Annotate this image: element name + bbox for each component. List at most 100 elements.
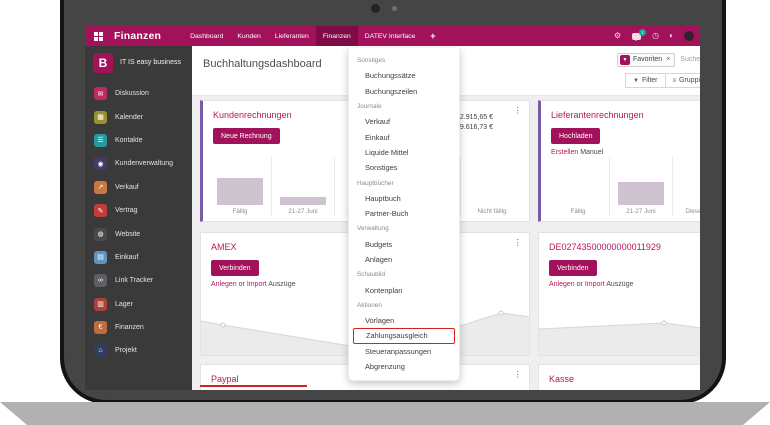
sidebar-item-kalender[interactable]: ▦ Kalender — [85, 105, 192, 128]
filter-toolbar: ▼ Filter ≡ Gruppieren nach ★ — [625, 73, 700, 88]
user-avatar[interactable] — [684, 31, 694, 41]
sidebar-item-finanzen[interactable]: € Finanzen — [85, 316, 192, 339]
sidebar-item-vertrag[interactable]: ✎ Vertrag — [85, 199, 192, 222]
menu-item-sonstiges[interactable]: Sonstiges — [349, 160, 459, 175]
neue-rechnung-button[interactable]: Neue Rechnung — [213, 128, 280, 144]
sidebar-item-einkauf[interactable]: ▤ Einkauf — [85, 246, 192, 269]
group-by-button[interactable]: ≡ Gruppieren nach — [666, 73, 700, 88]
building-icon: ⌂ — [94, 344, 107, 357]
card-bank-account[interactable]: DE02743500000000011929 Verbinden Anlegen… — [538, 232, 700, 356]
menu-item-abgrenzung[interactable]: Abgrenzung — [349, 359, 459, 374]
menu-header-journale: Journale — [349, 99, 459, 114]
sidebar-item-kontakte[interactable]: ☰ Kontakte — [85, 129, 192, 152]
messages-badge: 1 — [639, 29, 646, 36]
card-title[interactable]: AMEX — [211, 242, 237, 252]
amount-open[interactable]: 9.616,73 € — [456, 123, 493, 133]
menu-item-einkauf[interactable]: Einkauf — [349, 129, 459, 144]
nav-add-button[interactable]: + — [422, 26, 443, 46]
card-kasse[interactable]: Kasse — [538, 364, 700, 390]
bank-line-chart — [539, 303, 700, 355]
erstellen-manuel-link[interactable]: Erstellen Manuel — [551, 149, 603, 156]
truck-icon: ▥ — [94, 298, 107, 311]
page-title: Buchhaltungsdashboard — [203, 58, 322, 70]
hochladen-button[interactable]: Hochladen — [551, 128, 600, 144]
laptop-led — [392, 6, 397, 11]
company-logo[interactable]: B IT IS easy business — [85, 46, 192, 82]
menu-item-zahlungsausgleich[interactable]: Zahlungsausgleich — [353, 328, 455, 343]
sidebar-item-projekt[interactable]: ⌂ Projekt — [85, 339, 192, 362]
globe-icon: ◍ — [94, 228, 107, 241]
facet-remove-icon[interactable]: × — [666, 56, 670, 63]
verbinden-button[interactable]: Verbinden — [211, 260, 259, 276]
menu-item-partner-buch[interactable]: Partner-Buch — [349, 206, 459, 221]
sidebar-item-verkauf[interactable]: ↗ Verkauf — [85, 176, 192, 199]
sidebar-item-lager[interactable]: ▥ Lager — [85, 293, 192, 316]
crm-icon: ◉ — [94, 157, 107, 170]
menu-item-liquide-mittel[interactable]: Liquide Mittel — [349, 145, 459, 160]
nav-item-dashboard[interactable]: Dashboard — [183, 26, 230, 46]
menu-header-aktionen: Aktionen — [349, 298, 459, 313]
contract-icon: ✎ — [94, 204, 107, 217]
kebab-menu-icon[interactable]: ⋮ — [514, 238, 523, 247]
bar-column[interactable]: Diese Woche — [672, 157, 700, 217]
finanzen-dropdown-menu: Sonstiges Buchungssätze Buchungszeilen J… — [348, 48, 460, 381]
annotation-underline — [200, 385, 307, 387]
card-title[interactable]: Paypal — [211, 374, 239, 384]
app-sidebar: B IT IS easy business ✉ Diskussion ▦ Kal… — [85, 46, 192, 390]
card-title[interactable]: Kasse — [549, 374, 574, 384]
sidebar-item-kundenverwaltung[interactable]: ◉ Kundenverwaltung — [85, 152, 192, 175]
debug-icon[interactable]: ⚙ — [614, 32, 621, 40]
chat-icon: ✉ — [94, 87, 107, 100]
bar-column[interactable]: Fällig — [547, 157, 609, 217]
apps-grid-icon[interactable] — [94, 32, 103, 41]
sidebar-item-diskussion[interactable]: ✉ Diskussion — [85, 82, 192, 105]
menu-header-schaubild: Schaubild — [349, 267, 459, 282]
company-name: IT IS easy business — [120, 58, 181, 67]
card-title[interactable]: Kundenrechnungen — [213, 110, 292, 120]
card-title[interactable]: Lieferantenrechnungen — [551, 110, 644, 120]
nav-item-lieferanten[interactable]: Lieferanten — [268, 26, 316, 46]
messages-icon[interactable]: 1 — [632, 33, 641, 40]
menu-item-hauptbuch[interactable]: Hauptbuch — [349, 191, 459, 206]
card-lieferantenrechnungen[interactable]: Lieferantenrechnungen Hochladen Erstelle… — [538, 100, 700, 222]
menu-item-buchungszeilen[interactable]: Buchungszeilen — [349, 84, 459, 99]
nav-item-kunden[interactable]: Kunden — [230, 26, 267, 46]
link-icon: ∞ — [94, 274, 107, 287]
bar-column[interactable]: Nicht fällig — [460, 157, 523, 217]
filter-funnel-icon: ▼ — [620, 55, 630, 65]
menu-item-budgets[interactable]: Budgets — [349, 237, 459, 252]
menu-item-anlagen[interactable]: Anlagen — [349, 252, 459, 267]
invoice-amounts: 12.915,65 € 9.616,73 € — [456, 113, 493, 133]
sidebar-item-website[interactable]: ◍ Website — [85, 222, 192, 245]
nav-item-datev[interactable]: DATEV Interface — [358, 26, 423, 46]
bar-column[interactable]: Fällig — [209, 157, 271, 217]
dark-mode-icon[interactable]: ◐ — [669, 32, 674, 40]
invoice-icon: € — [94, 321, 107, 334]
app-title[interactable]: Finanzen — [114, 30, 161, 42]
nav-item-finanzen[interactable]: Finanzen — [316, 26, 358, 46]
card-title[interactable]: DE02743500000000011929 — [549, 242, 661, 252]
menu-item-steueranpassungen[interactable]: Steueranpassungen — [349, 344, 459, 359]
anlegen-import-link[interactable]: Anlegen or Import Auszüge — [549, 281, 634, 288]
sidebar-items: ✉ Diskussion ▦ Kalender ☰ Kontakte ◉ Kun… — [85, 82, 192, 363]
funnel-icon: ▼ — [633, 78, 639, 84]
menu-item-verkauf[interactable]: Verkauf — [349, 114, 459, 129]
menu-item-kontenplan[interactable]: Kontenplan — [349, 282, 459, 297]
kebab-menu-icon[interactable]: ⋮ — [514, 370, 523, 379]
sidebar-item-link-tracker[interactable]: ∞ Link Tracker — [85, 269, 192, 292]
menu-item-vorlagen[interactable]: Vorlagen — [349, 313, 459, 328]
anlegen-import-link[interactable]: Anlegen or Import Auszüge — [211, 281, 296, 288]
verbinden-button[interactable]: Verbinden — [549, 260, 597, 276]
filter-button[interactable]: ▼ Filter — [625, 73, 666, 88]
amount-due[interactable]: 12.915,65 € — [456, 113, 493, 123]
bar-column[interactable]: 21-27 Juni — [609, 157, 672, 217]
search-facet-favoriten[interactable]: ▼ Favoriten × — [617, 53, 675, 67]
menu-item-buchungssaetze[interactable]: Buchungssätze — [349, 68, 459, 83]
list-icon: ≡ — [673, 78, 677, 84]
search-input[interactable]: Suche... — [680, 56, 700, 63]
kebab-menu-icon[interactable]: ⋮ — [514, 106, 523, 115]
activity-clock-icon[interactable]: ◷ — [652, 32, 659, 40]
search-bar[interactable]: ▼ Favoriten × Suche... — [617, 51, 700, 68]
bar-column[interactable]: 21-27 Juni — [271, 157, 334, 217]
navbar-right: ⚙ 1 ◷ ◐ — [609, 26, 694, 46]
